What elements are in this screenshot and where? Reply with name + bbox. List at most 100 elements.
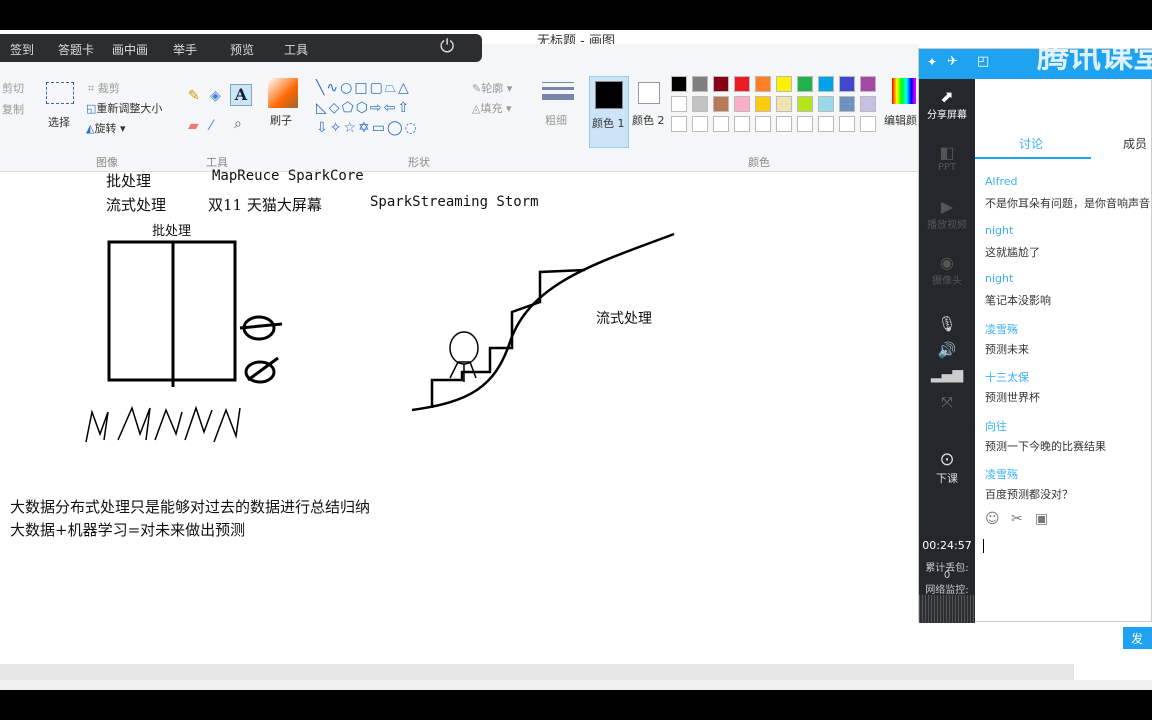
edit-colors-icon[interactable] [892, 78, 916, 104]
color-swatch[interactable] [755, 76, 771, 92]
drawing-canvas[interactable]: 批处理 MapReuce SparkCore 流式处理 双11 天猫大屏幕 Sp… [0, 168, 918, 662]
preview-button[interactable]: 预览 [230, 41, 254, 58]
resize-icon: ◱ [86, 102, 97, 115]
chat-message: 百度预测都没对？ [985, 488, 1073, 501]
end-class-label: 下课 [936, 472, 958, 485]
power-icon[interactable]: ⏻ [440, 36, 454, 57]
color-swatch[interactable] [776, 116, 792, 132]
airplane-icon[interactable]: ✈ [947, 54, 958, 69]
color-swatch[interactable] [860, 76, 876, 92]
horizontal-scrollbar[interactable] [0, 664, 1074, 680]
text-tool-icon[interactable]: A [230, 84, 252, 106]
color-swatch[interactable] [839, 116, 855, 132]
end-class-button[interactable]: ⊙ 下课 [919, 449, 975, 486]
bell-icon: ⊙ [939, 449, 955, 470]
crop-button[interactable]: ⌗ 裁剪 [88, 80, 120, 96]
color-swatch[interactable] [776, 96, 792, 112]
color-picker-icon[interactable]: ⁄ [210, 118, 212, 134]
audio-levels-icon[interactable]: ▂▄▆ [919, 367, 975, 383]
window-icon[interactable]: ◰ [977, 54, 989, 69]
pencil-icon[interactable]: ✎ [188, 88, 200, 104]
color2-label[interactable]: 颜色 2 [632, 112, 665, 128]
color-swatch[interactable] [692, 116, 708, 132]
tools-button[interactable]: 工具 [284, 41, 308, 58]
color-swatch[interactable] [692, 96, 708, 112]
color-swatch[interactable] [734, 76, 750, 92]
size-icon[interactable] [542, 82, 574, 100]
outline-button[interactable]: ✎轮廓 ▾ [472, 80, 512, 96]
color-swatch[interactable] [860, 116, 876, 132]
rotate-button[interactable]: ◭旋转 ▾ [86, 120, 126, 136]
size-button[interactable]: 粗细 [545, 112, 567, 128]
eraser-icon[interactable]: ▰ [188, 118, 199, 134]
color1-label: 颜色 1 [592, 117, 625, 130]
send-button[interactable]: 发 [1123, 627, 1152, 649]
ribbon: 剪切 复制 选择 ⌗ 裁剪 ◱重新调整大小 ◭旋转 ▾ 图像 ✎ ◈ A ▰ ⁄… [0, 44, 918, 172]
color-swatch[interactable] [818, 96, 834, 112]
copy-button[interactable]: 复制 [2, 101, 24, 117]
color-swatch[interactable] [713, 96, 729, 112]
color-swatch[interactable] [713, 76, 729, 92]
scissors-icon[interactable]: ✂ [1011, 511, 1023, 527]
color-swatch[interactable] [734, 96, 750, 112]
shapes-gallery[interactable]: ╲∿○□▢⏢△ ◺◇⬠⬡⇨⇦⇧ ⇩✧☆✡▭◯◌ [316, 78, 462, 138]
chat-message: 预测未来 [985, 342, 1029, 356]
chat-input[interactable] [979, 537, 1151, 617]
microphone-icon[interactable]: 🎙 [919, 315, 975, 333]
fill-icon[interactable]: ◈ [210, 88, 221, 104]
color-palette [671, 76, 881, 136]
chat-message: 预测世界杯 [985, 391, 1040, 404]
color-swatch[interactable] [797, 116, 813, 132]
color-swatch[interactable] [797, 96, 813, 112]
share-screen-button[interactable]: ⬈ 分享屏幕 [919, 87, 975, 121]
fullscreen-icon[interactable]: ⤧ [919, 395, 975, 411]
cut-button[interactable]: 剪切 [2, 80, 24, 96]
classroom-toolbar: 签到 答题卡 画中画 举手 预览 工具 ⏻ [0, 34, 482, 62]
color-swatch[interactable] [692, 76, 708, 92]
tab-members[interactable]: 成员 [1123, 135, 1147, 152]
brush-button[interactable]: 刷子 [270, 112, 292, 128]
settings-icon[interactable]: ✦ [927, 55, 937, 69]
speaker-icon[interactable]: 🔊 [919, 341, 975, 359]
color1-button[interactable]: 颜色 1 [589, 76, 629, 148]
color-swatch[interactable] [755, 96, 771, 112]
color-swatch[interactable] [839, 96, 855, 112]
color-swatch[interactable] [818, 116, 834, 132]
color-swatch[interactable] [713, 116, 729, 132]
color-swatch[interactable] [818, 76, 834, 92]
checkin-button[interactable]: 签到 [10, 41, 34, 58]
resize-button[interactable]: ◱重新调整大小 [86, 100, 162, 116]
color-swatch[interactable] [860, 96, 876, 112]
select-button[interactable]: 选择 [48, 114, 70, 130]
chat-sender: 向往 [985, 419, 1007, 433]
color2-swatch[interactable] [638, 82, 660, 104]
chat-sender: 十三太保 [985, 371, 1029, 384]
pip-button[interactable]: 画中画 [112, 41, 148, 58]
video-icon: ▶ [940, 197, 954, 216]
brush-icon[interactable] [268, 78, 298, 108]
fill-button[interactable]: ◬填充 ▾ [472, 100, 512, 116]
magnifier-icon[interactable]: ⌕ [234, 116, 242, 132]
color-swatch[interactable] [755, 116, 771, 132]
color-swatch[interactable] [839, 76, 855, 92]
color-swatch[interactable] [776, 76, 792, 92]
tab-discussion[interactable]: 讨论 [1019, 135, 1043, 152]
raise-hand-button[interactable]: 举手 [173, 41, 197, 58]
camera-button[interactable]: ◉ 摄像头 [919, 253, 975, 287]
color-swatch[interactable] [734, 116, 750, 132]
image-icon[interactable]: ▣ [1035, 511, 1048, 527]
image-group-label: 图像 [96, 156, 118, 169]
color-swatch[interactable] [671, 116, 687, 132]
network-monitor-label: 网络监控: [925, 585, 969, 596]
answer-card-button[interactable]: 答题卡 [58, 41, 94, 58]
color-swatch[interactable] [797, 76, 813, 92]
ppt-button[interactable]: ◧ PPT [919, 143, 975, 173]
color-swatch[interactable] [671, 76, 687, 92]
emoji-icon[interactable]: ☺ [985, 511, 1000, 527]
edit-colors-button[interactable]: 编辑颜 [884, 112, 917, 128]
panel-sidebar: ⬈ 分享屏幕 ◧ PPT ▶ 播放视频 ◉ 摄像头 🎙 🔊 ▂▄▆ ⤧ ⊙ 下课 00:2… [919, 79, 975, 623]
hand-drawing [85, 232, 675, 443]
color-swatch[interactable] [671, 96, 687, 112]
select-icon[interactable] [46, 82, 74, 104]
play-video-button[interactable]: ▶ 播放视频 [919, 197, 975, 231]
